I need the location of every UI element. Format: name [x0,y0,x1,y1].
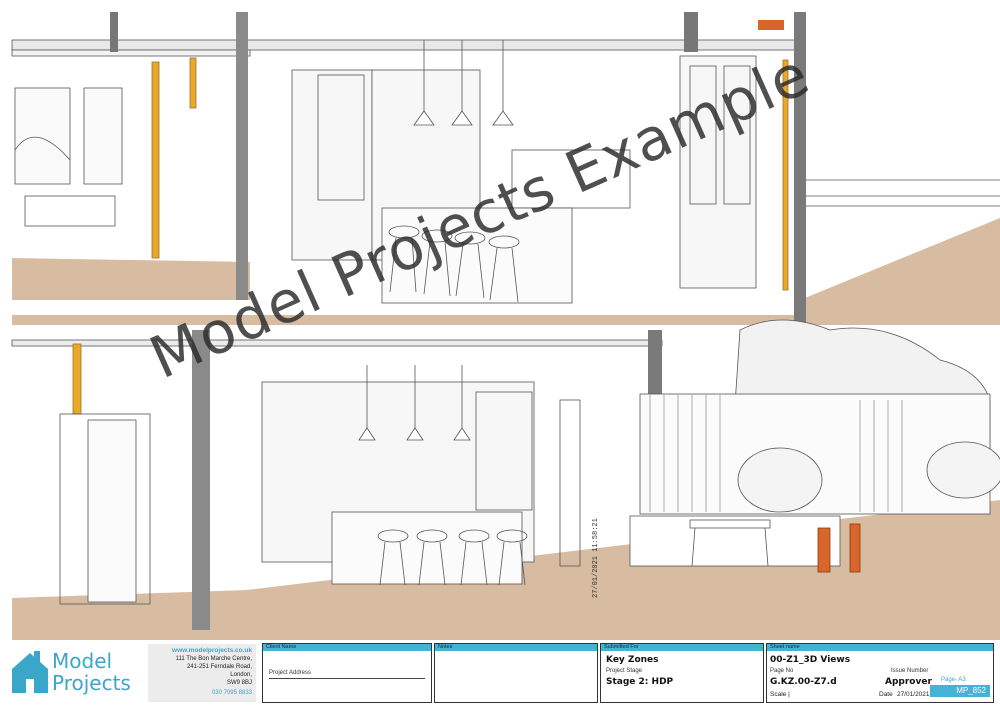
project-address-label: Project Address [269,670,312,676]
client-header: Client Name [263,644,431,651]
logo-line-2: Projects [52,671,131,695]
project-stage-label: Project Stage [606,668,643,674]
website-link[interactable]: www.modelprojects.co.uk [152,647,252,655]
drawing-sheet: Model Projects Example 27/01/2021 11:58:… [0,0,1000,707]
contact-panel: www.modelprojects.co.uk 111 The Bon Marc… [148,644,256,702]
address-line-4: SW9 8BJ [226,680,252,686]
section-views [11,12,1000,640]
client-box: Client Name Project Address [262,643,432,703]
sheet-name: 00-Z1_3D Views [770,655,851,665]
notes-header: Notes [435,644,597,651]
page-no-label: Page No [770,668,794,674]
page-size-label: Page- A3 [941,677,966,683]
address-line-1: 111 The Bon Marche Centre, [175,656,252,662]
submitted-header: Submitted For [601,644,763,651]
sheet-header: Sheet name [767,644,993,651]
address-line-3: London, [230,672,252,678]
company-logo: Model Projects [52,650,131,694]
divider [269,678,425,679]
logo-line-1: Model [52,649,113,673]
sheet-badge: MP_852 [930,685,990,697]
scale-label: Scale | [770,691,790,698]
notes-box: Notes [434,643,598,703]
approver-label: Approver [885,677,932,687]
date-value: 27/01/2021 [897,691,930,698]
address-line-2: 241-251 Ferndale Road, [186,664,252,670]
date-label: Date [879,691,893,698]
submitted-value: Key Zones [606,655,659,665]
issue-number-label: Issue Number [891,668,929,674]
phone-number: 030 7095 8833 [211,690,252,696]
submitted-box: Submitted For Key Zones Project Stage St… [600,643,764,703]
project-stage-value: Stage 2: HDP [606,677,674,687]
page-number: G.KZ.00-Z7.d [770,677,837,687]
print-timestamp: 27/01/2021 11:58:21 [592,518,600,598]
